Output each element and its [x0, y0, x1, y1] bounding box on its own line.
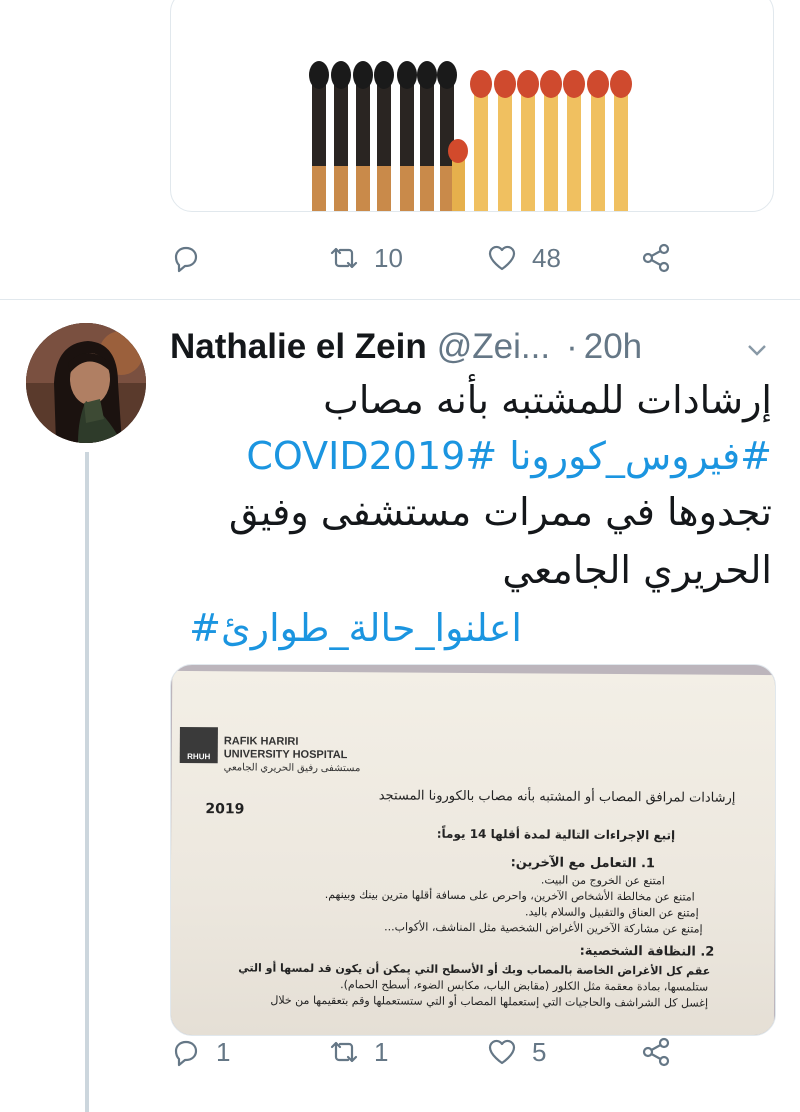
fresh-match [494, 70, 516, 211]
like-button[interactable]: 48 [486, 228, 561, 288]
burnt-match [397, 61, 417, 211]
fresh-match [610, 70, 632, 211]
fresh-match [563, 70, 585, 211]
tweet-header: Nathalie el Zein @Zei... · 20h [170, 322, 780, 372]
reply-button[interactable]: 1 [170, 1022, 230, 1082]
chevron-down-icon [748, 345, 766, 356]
reply-icon [174, 1040, 198, 1067]
burnt-match [374, 61, 394, 211]
section2-item: عقم كل الأغراض الخاصة بالمصاب وبك أو الأ… [238, 961, 711, 978]
reply-button[interactable] [170, 228, 216, 288]
retweet-count: 1 [374, 1036, 389, 1067]
retweet-icon [330, 1041, 358, 1063]
author-handle[interactable]: @Zei... [437, 327, 550, 367]
section2-item: ستلمسها، بمادة معقمة مثل الكلور (مقابض ا… [340, 978, 709, 994]
document-intro: إتبع الإجراءات التالية لمدة أقلها 14 يوم… [436, 826, 676, 843]
tweet-text-line-3: تجدوها في ممرات مستشفى وفيق [229, 490, 772, 534]
section1-title: 1. التعامل مع الآخرين: [510, 855, 656, 872]
share-icon [642, 243, 670, 273]
document-year: 2019 [205, 801, 245, 818]
burnt-match [353, 61, 373, 211]
share-icon [642, 1037, 670, 1067]
fresh-match [517, 70, 539, 211]
author-name[interactable]: Nathalie el Zein [170, 327, 427, 367]
tweet-text-line-4: الحريري الجامعي [502, 548, 772, 592]
fresh-match [540, 70, 562, 211]
hospital-name: RAFIK HARIRI UNIVERSITY HOSPITAL مستشفى … [224, 735, 361, 775]
heart-icon [488, 245, 516, 271]
tweet-hashtag-emergency[interactable]: اعلنوا_حالة_طوارئ# [189, 600, 522, 656]
reply-count: 1 [216, 1036, 231, 1067]
burnt-match [417, 61, 437, 211]
tweet-attached-photo[interactable]: RHUH RAFIK HARIRI UNIVERSITY HOSPITAL مس… [170, 664, 776, 1036]
more-options-button[interactable] [744, 332, 770, 358]
share-button[interactable] [640, 1022, 672, 1082]
section2-item: إغسل كل الشراشف والحاجيات التي إستعملها … [270, 993, 709, 1010]
burnt-match [331, 61, 351, 211]
tweet-timestamp[interactable]: 20h [584, 327, 642, 367]
hospital-logo: RHUH [179, 726, 218, 764]
separator-dot: · [566, 327, 578, 366]
heart-icon [488, 1039, 516, 1065]
section1-item: إمتنع عن مشاركة الآخرين الأغراض الشخصية … [384, 920, 703, 936]
retweet-button[interactable]: 1 [328, 1022, 388, 1082]
section2-title: 2. النظافة الشخصية: [579, 943, 715, 960]
burnt-matches-image [309, 61, 632, 211]
reply-icon [174, 246, 198, 273]
like-count: 5 [532, 1036, 547, 1067]
document-title: إرشادات لمرافق المصاب أو المشتبه بأنه مص… [378, 788, 736, 806]
section1-item: إمتنع عن العناق والتقبيل والسلام باليد. [524, 905, 699, 920]
previous-tweet-image[interactable] [170, 0, 774, 212]
previous-tweet-action-bar: 10 48 [170, 228, 770, 288]
retweet-count: 10 [374, 242, 403, 273]
retweet-button[interactable]: 10 [328, 228, 403, 288]
avatar[interactable] [26, 323, 146, 443]
hospital-name-en-2: UNIVERSITY HOSPITAL [223, 748, 348, 762]
hospital-name-en-1: RAFIK HARIRI [223, 735, 299, 748]
like-count: 48 [532, 242, 561, 273]
profile-photo [26, 323, 146, 443]
thread-line [85, 452, 89, 1112]
share-button[interactable] [640, 228, 672, 288]
tweet-action-bar: 1 1 5 [170, 1022, 770, 1082]
fresh-match [587, 70, 609, 211]
hospital-name-ar: مستشفى رفيق الحريري الجامعي [223, 762, 361, 775]
document-paper: RHUH RAFIK HARIRI UNIVERSITY HOSPITAL مس… [171, 670, 775, 1035]
tweet-divider [0, 299, 800, 300]
like-button[interactable]: 5 [486, 1022, 546, 1082]
section1-item: امتنع عن مخالطة الأشخاص الآخرين، واحرص ع… [324, 887, 695, 904]
tweet-text-line-1: إرشادات للمشتبه بأنه مصاب [323, 378, 772, 422]
section1-item: امتنع عن الخروج من البيت. [540, 873, 665, 888]
tweet-hashtags[interactable]: #فيروس_كورونا #COVID2019 [246, 428, 772, 484]
retweet-icon [330, 247, 358, 269]
fresh-match [470, 70, 492, 211]
burnt-match [309, 61, 329, 211]
